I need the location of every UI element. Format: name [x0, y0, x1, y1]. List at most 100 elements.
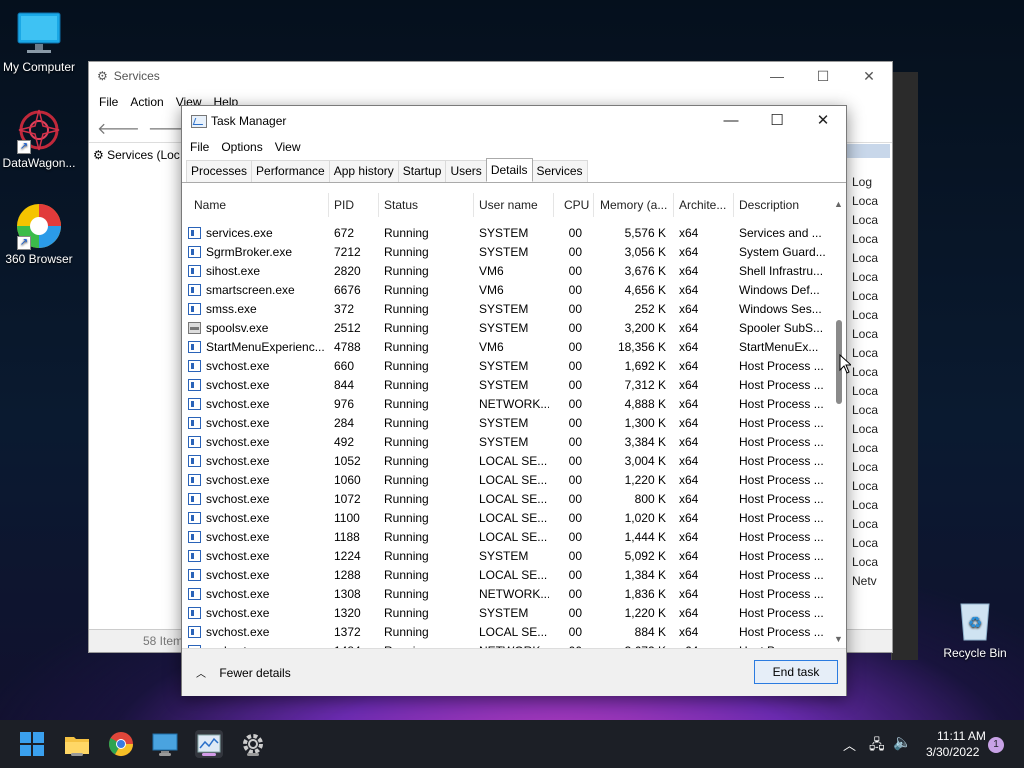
tab-performance[interactable]: Performance [251, 160, 330, 183]
process-row[interactable]: svchost.exe 1288 Running LOCAL SE... 00 1,384… [182, 566, 832, 585]
desktop-icon-datawagon[interactable]: ↗ DataWagon... [0, 106, 81, 170]
process-row[interactable]: svchost.exe 1188 Running LOCAL SE... 00 1,444… [182, 528, 832, 547]
column-header-log-on[interactable]: Log [852, 175, 1024, 194]
network-icon[interactable]: 🖧 [869, 734, 885, 758]
sort-ascending-icon: ^ [250, 193, 254, 196]
services-menu-action[interactable]: Action [124, 95, 169, 109]
desktop-icon-label: DataWagon... [2, 156, 76, 170]
close-button[interactable]: ✕ [800, 106, 846, 136]
cell-user-name: LOCAL SE... [479, 454, 548, 468]
end-task-button[interactable]: End task [754, 660, 838, 684]
volume-icon[interactable]: 🔈 [893, 733, 912, 751]
process-icon [188, 360, 201, 372]
cell-pid: 1100 [334, 511, 360, 525]
process-row[interactable]: SgrmBroker.exe 7212 Running SYSTEM 00 3,056 K… [182, 243, 832, 262]
process-icon [188, 398, 201, 410]
maximize-button[interactable]: ☐ [754, 106, 800, 136]
clock-date[interactable]: 3/30/2022 [926, 745, 979, 759]
desktop-icon-360-browser[interactable]: ↗ 360 Browser [0, 202, 81, 266]
menu-view[interactable]: View [269, 140, 307, 154]
cell-pid: 372 [334, 302, 355, 316]
cell-cpu: 00 [568, 606, 582, 620]
column-header-cpu[interactable]: CPU [564, 198, 589, 212]
tab-processes[interactable]: Processes [186, 160, 253, 183]
process-icon [188, 607, 201, 619]
services-close-button[interactable]: ✕ [846, 62, 892, 90]
process-row[interactable]: svchost.exe 1372 Running LOCAL SE... 00 884 K… [182, 623, 832, 642]
tab-app-history[interactable]: App history [328, 160, 399, 183]
process-row[interactable]: svchost.exe 284 Running SYSTEM 00 1,300 K x64 H… [182, 414, 832, 433]
tab-users[interactable]: Users [445, 160, 487, 183]
cell-architecture: x64 [679, 549, 699, 563]
tab-services[interactable]: Services [531, 160, 588, 183]
cell-pid: 1188 [334, 530, 360, 544]
cell-cpu: 00 [568, 378, 582, 392]
svg-text:♻: ♻ [968, 613, 982, 632]
taskbar-task-manager[interactable] [195, 730, 223, 758]
chevron-up-icon[interactable]: ︿ [843, 735, 856, 754]
column-header-pid[interactable]: PID [334, 198, 354, 212]
tree-item-services-local[interactable]: ⚙ Services (Loc [89, 144, 181, 166]
cell-status: Running [384, 378, 429, 392]
taskbar-settings[interactable] [239, 730, 267, 758]
services-minimize-button[interactable]: — [754, 62, 800, 90]
services-maximize-button[interactable]: ☐ [800, 62, 846, 90]
minimize-button[interactable]: — [708, 106, 754, 136]
process-row[interactable]: services.exe 672 Running SYSTEM 00 5,576 K x64… [182, 224, 832, 243]
cell-description: Host Process ... [739, 397, 824, 411]
column-header-description[interactable]: Description [739, 198, 799, 212]
process-row[interactable]: sihost.exe 2820 Running VM6 00 3,676 K x64 Shel… [182, 262, 832, 281]
process-row[interactable]: svchost.exe 660 Running SYSTEM 00 1,692 K x64 H… [182, 357, 832, 376]
mouse-pointer-icon [839, 354, 851, 374]
back-arrow-icon[interactable]: 🡐 [97, 118, 140, 139]
tab-startup[interactable]: Startup [397, 160, 447, 183]
clock-time[interactable]: 11:11 AM [937, 729, 986, 743]
column-header-user-name[interactable]: User name [479, 198, 538, 212]
column-header-status[interactable]: Status [384, 198, 418, 212]
process-row[interactable]: svchost.exe 492 Running SYSTEM 00 3,384 K x64 H… [182, 433, 832, 452]
menu-file[interactable]: File [184, 140, 215, 154]
details-vertical-scrollbar[interactable]: ▲ ▼ [832, 193, 846, 648]
process-row[interactable]: svchost.exe 1308 Running NETWORK... 00 1,836 … [182, 585, 832, 604]
cell-memory: 5,576 K [624, 226, 666, 240]
cell-pid: 4788 [334, 340, 361, 354]
cell-cpu: 00 [568, 473, 582, 487]
cell-pid: 976 [334, 397, 355, 411]
scroll-up-icon[interactable]: ▲ [834, 199, 843, 209]
cell-architecture: x64 [679, 397, 699, 411]
taskbar-file-explorer[interactable] [63, 730, 91, 758]
process-row[interactable]: svchost.exe 1052 Running LOCAL SE... 00 3,004… [182, 452, 832, 471]
process-row[interactable]: svchost.exe 844 Running SYSTEM 00 7,312 K x64 H… [182, 376, 832, 395]
services-menu-file[interactable]: File [93, 95, 124, 109]
process-row[interactable]: svchost.exe 1224 Running SYSTEM 00 5,092 K x64… [182, 547, 832, 566]
service-log-on-cell: Loca [852, 308, 879, 322]
process-icon [188, 569, 201, 581]
process-row[interactable]: svchost.exe 1100 Running LOCAL SE... 00 1,020… [182, 509, 832, 528]
tab-details[interactable]: Details [485, 158, 533, 182]
cell-pid: 2820 [334, 264, 361, 278]
task-manager-icon [191, 115, 207, 128]
process-row[interactable]: svchost.exe 1072 Running LOCAL SE... 00 800 K… [182, 490, 832, 509]
task-manager-titlebar[interactable]: Task Manager — ☐ ✕ [182, 106, 846, 136]
process-row[interactable]: StartMenuExperienc... 4788 Running VM6 00 18,… [182, 338, 832, 357]
process-row[interactable]: svchost.exe 976 Running NETWORK... 00 4,888 K… [182, 395, 832, 414]
column-header-architecture[interactable]: Archite... [679, 198, 726, 212]
scroll-down-icon[interactable]: ▼ [834, 634, 843, 644]
notification-badge[interactable]: 1 [988, 737, 1004, 753]
process-row[interactable]: spoolsv.exe 2512 Running SYSTEM 00 3,200 K x64… [182, 319, 832, 338]
taskbar-remote-desktop[interactable] [151, 730, 179, 758]
task-manager-window[interactable]: Task Manager — ☐ ✕ File Options View Pro… [181, 105, 847, 696]
desktop-icon-my-computer[interactable]: My Computer [0, 10, 81, 74]
process-row[interactable]: smartscreen.exe 6676 Running VM6 00 4,656 K x6… [182, 281, 832, 300]
process-row[interactable]: svchost.exe 1060 Running LOCAL SE... 00 1,220… [182, 471, 832, 490]
desktop-icon-recycle-bin[interactable]: ♻ Recycle Bin [933, 596, 1017, 660]
fewer-details-link[interactable]: ︿ Fewer details [196, 665, 291, 680]
start-button[interactable] [18, 730, 46, 758]
taskbar-chrome[interactable] [107, 730, 135, 758]
menu-options[interactable]: Options [215, 140, 268, 154]
column-header-name[interactable]: Name [194, 198, 226, 212]
tree-item-label: Services (Loc [107, 148, 180, 162]
process-row[interactable]: svchost.exe 1320 Running SYSTEM 00 1,220 K x64… [182, 604, 832, 623]
process-row[interactable]: smss.exe 372 Running SYSTEM 00 252 K x64 Window… [182, 300, 832, 319]
column-header-memory[interactable]: Memory (a... [600, 198, 667, 212]
